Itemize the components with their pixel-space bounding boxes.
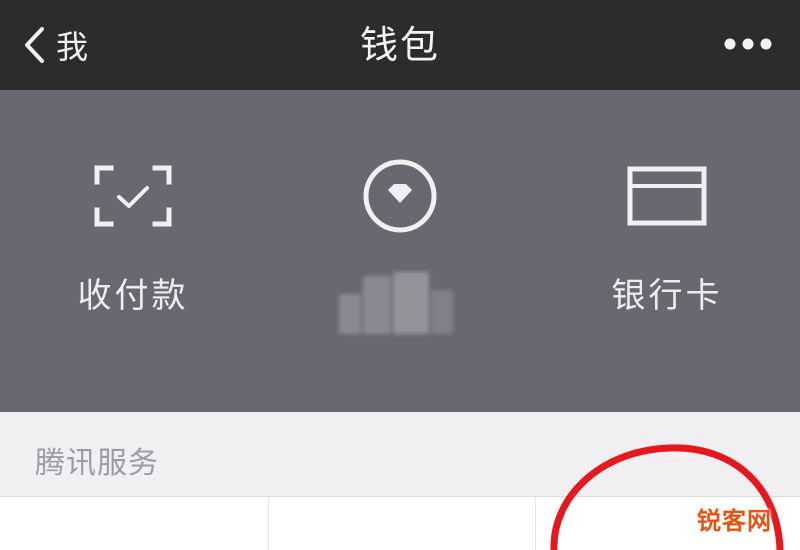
- chevron-left-icon: [22, 22, 52, 68]
- scan-pay-icon: [0, 156, 266, 236]
- action-label-bank-card: 银行卡: [611, 276, 723, 316]
- obscured-label: [339, 272, 459, 334]
- page-title: 钱包: [359, 23, 440, 67]
- service-cell[interactable]: [269, 497, 536, 550]
- services-grid: [0, 496, 800, 550]
- action-label-receive-pay: 收付款: [77, 276, 189, 316]
- bank-card-icon: [534, 156, 800, 236]
- action-receive-pay[interactable]: 收付款: [0, 90, 266, 412]
- back-label: 我: [56, 28, 89, 66]
- back-button[interactable]: 我: [22, 22, 88, 68]
- top-nav-bar: 我 钱包: [0, 0, 800, 90]
- services-header: 腾讯服务: [35, 446, 159, 481]
- tencent-services-section: 腾讯服务: [0, 412, 800, 550]
- wallet-screen: 我 钱包 收付款 银行卡 腾讯服务 锐客网: [0, 0, 800, 550]
- action-bank-card[interactable]: 银行卡: [534, 90, 800, 412]
- service-cell[interactable]: [0, 497, 269, 550]
- action-balance[interactable]: [267, 90, 533, 412]
- more-dots-icon: [723, 36, 773, 55]
- balance-diamond-icon: [267, 156, 533, 236]
- more-options-button[interactable]: [718, 22, 778, 68]
- wallet-action-panel: 收付款 银行卡: [0, 90, 800, 412]
- site-watermark: 锐客网: [697, 507, 772, 535]
